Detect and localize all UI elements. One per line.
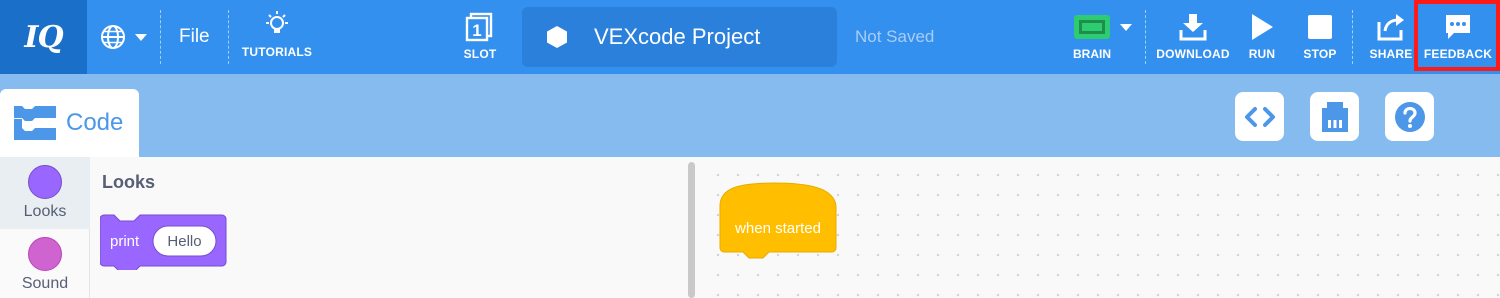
flyout-section-title: Looks: [102, 172, 156, 192]
tab-code-label: Code: [66, 109, 124, 136]
tutorials-button[interactable]: TUTORIALS: [237, 10, 317, 64]
logo-text: IQ: [24, 19, 63, 55]
menu-divider: [160, 10, 161, 64]
menu-divider: [228, 10, 229, 64]
tutorials-label: TUTORIALS: [241, 45, 313, 59]
code-workspace[interactable]: when started: [700, 157, 1500, 298]
stop-icon: [1308, 15, 1332, 39]
print-block-keyword: print: [110, 233, 140, 250]
device-icon: [1321, 101, 1348, 132]
menu-divider: [1352, 10, 1353, 64]
stop-label: STOP: [1303, 47, 1337, 61]
save-status: Not Saved: [855, 27, 935, 46]
code-view-icon: [1244, 106, 1275, 127]
print-block-value: Hello: [167, 233, 201, 250]
chevron-down-icon: [135, 33, 147, 41]
tab-strip: Code: [0, 74, 1500, 157]
code-blocks-icon: [14, 106, 56, 140]
brain-icon: [1074, 15, 1110, 39]
category-sound-dot: [28, 237, 62, 271]
code-viewer-button[interactable]: [1235, 92, 1284, 141]
tab-code[interactable]: Code: [0, 89, 139, 157]
devices-button[interactable]: [1310, 92, 1359, 141]
download-icon: [1179, 14, 1207, 41]
category-looks-dot: [28, 165, 62, 199]
menu-bar: IQ File TUTORIALS 1 SLOT VEXcode Project…: [0, 0, 1500, 74]
category-looks[interactable]: Looks: [0, 157, 90, 229]
slot-button[interactable]: 1 SLOT: [457, 12, 503, 66]
when-started-block[interactable]: when started: [719, 182, 841, 266]
file-menu[interactable]: File: [179, 26, 210, 48]
block-categories: Looks Sound: [0, 157, 90, 298]
feedback-icon: [1446, 15, 1470, 39]
slot-number: 1: [472, 21, 481, 40]
download-label: DOWNLOAD: [1156, 47, 1230, 61]
share-button[interactable]: SHARE: [1368, 12, 1414, 66]
project-title-field[interactable]: VEXcode Project: [522, 7, 837, 67]
globe-icon: [101, 25, 125, 49]
run-icon: [1252, 14, 1273, 40]
block-flyout: Looks print Hello: [90, 157, 700, 298]
vexcode-iq-logo[interactable]: IQ: [0, 0, 87, 74]
lightbulb-icon: [266, 11, 288, 33]
stop-button[interactable]: STOP: [1300, 12, 1340, 66]
chevron-down-icon: [1120, 23, 1132, 31]
download-button[interactable]: DOWNLOAD: [1154, 12, 1232, 66]
share-icon: [1377, 14, 1404, 41]
brain-button[interactable]: BRAIN: [1070, 12, 1140, 66]
category-looks-label: Looks: [23, 203, 67, 220]
share-label: SHARE: [1369, 47, 1413, 61]
category-sound-label: Sound: [21, 275, 69, 292]
brain-label: BRAIN: [1073, 47, 1111, 61]
feedback-label: FEEDBACK: [1423, 47, 1493, 61]
menu-divider: [1145, 10, 1146, 64]
run-label: RUN: [1248, 47, 1276, 61]
language-menu-button[interactable]: [100, 23, 152, 51]
feedback-button[interactable]: FEEDBACK: [1420, 12, 1496, 66]
slot-label: SLOT: [463, 47, 497, 61]
hexagon-icon: [547, 26, 567, 48]
category-sound[interactable]: Sound: [0, 229, 90, 298]
project-title: VEXcode Project: [594, 24, 761, 49]
help-icon: [1394, 101, 1425, 132]
slot-icon: 1: [465, 12, 493, 42]
help-button[interactable]: [1385, 92, 1434, 141]
print-block[interactable]: print Hello: [100, 214, 240, 270]
run-button[interactable]: RUN: [1244, 12, 1280, 66]
when-started-label: when started: [734, 220, 821, 237]
flyout-scrollbar[interactable]: [688, 162, 695, 298]
